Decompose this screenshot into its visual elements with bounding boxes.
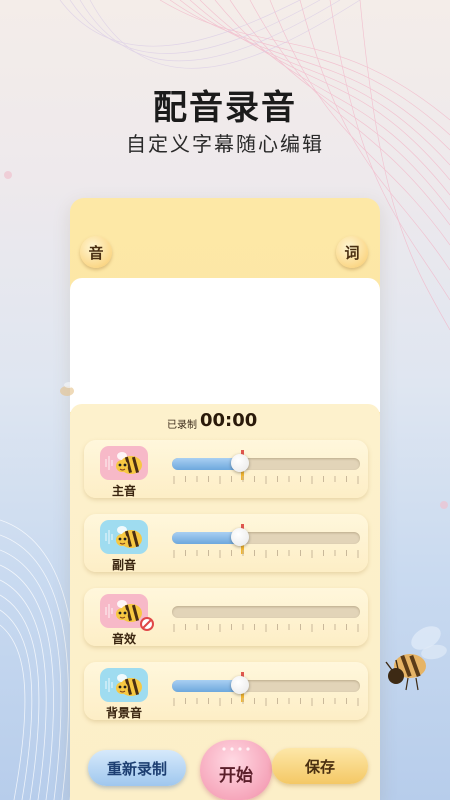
bee-icon[interactable]	[100, 668, 148, 702]
track-label: 音效	[111, 632, 136, 646]
start-dots	[222, 747, 250, 751]
save-button[interactable]: 保存	[272, 748, 368, 784]
slider-knob[interactable]	[230, 528, 249, 546]
volume-slider[interactable]	[172, 524, 360, 554]
slider-rail	[172, 606, 360, 618]
rerecord-button[interactable]: 重新录制	[88, 750, 186, 786]
track-label: 背景音	[105, 706, 142, 720]
mute-icon	[140, 616, 154, 631]
track-main-voice: 主音	[84, 440, 368, 498]
start-button[interactable]: 开始	[200, 740, 272, 800]
start-label: 开始	[219, 765, 253, 786]
track-sound-effects: 音效	[84, 588, 368, 646]
volume-slider[interactable]	[172, 450, 360, 480]
track-sub-voice: 副音	[84, 514, 368, 572]
recorded-label: 已录制	[167, 420, 197, 431]
slider-knob[interactable]	[230, 676, 249, 694]
volume-slider[interactable]	[172, 606, 360, 618]
track-label: 副音	[111, 558, 136, 572]
recording-status: 已录制 00:00	[0, 406, 450, 434]
page-title: 配音录音	[153, 88, 297, 128]
volume-slider[interactable]	[172, 672, 360, 702]
decorative-bee-icon	[385, 626, 447, 691]
bee-icon[interactable]	[100, 446, 148, 480]
lyrics-tab-button[interactable]: 词	[336, 236, 368, 268]
lyrics-text-area[interactable]	[70, 278, 380, 412]
slider-ticks	[173, 476, 359, 484]
slider-fill	[172, 458, 240, 470]
slider-ticks	[173, 698, 359, 706]
slider-fill	[172, 532, 240, 544]
bee-icon[interactable]	[100, 520, 148, 554]
slider-ticks	[173, 550, 359, 558]
page-subtitle: 自定义字幕随心编辑	[126, 132, 324, 156]
bee-icon[interactable]	[100, 594, 154, 631]
audio-tab-button[interactable]: 音	[80, 236, 112, 268]
decorative-bee-icon	[60, 382, 74, 396]
recording-timer: 00:00	[200, 410, 258, 431]
slider-ticks	[173, 624, 359, 632]
track-background-music: 背景音	[84, 662, 368, 720]
slider-knob[interactable]	[230, 454, 249, 472]
track-label: 主音	[111, 484, 136, 498]
slider-fill	[172, 680, 240, 692]
